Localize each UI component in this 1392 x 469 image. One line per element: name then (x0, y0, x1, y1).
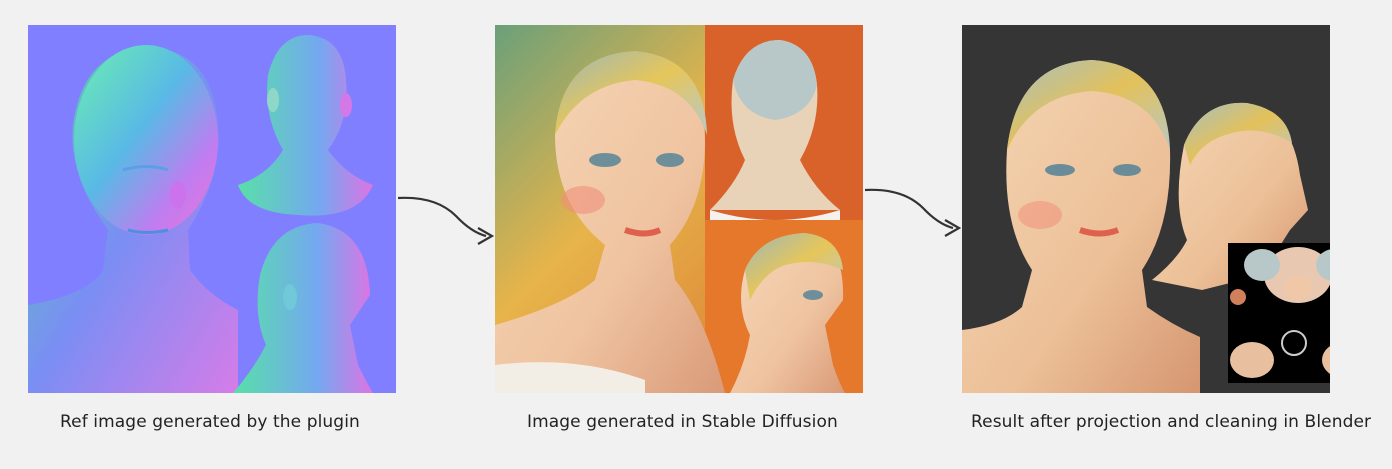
blender-result-caption: Result after projection and cleaning in … (971, 412, 1372, 432)
stable-diffusion-image (495, 25, 863, 393)
flow-arrow-1 (397, 196, 495, 245)
stable-diffusion-caption: Image generated in Stable Diffusion (527, 412, 838, 432)
flow-arrow-2 (864, 188, 962, 237)
blender-result-image (962, 25, 1330, 393)
ref-normal-map-image (28, 25, 396, 393)
ref-image-caption: Ref image generated by the plugin (60, 412, 360, 432)
